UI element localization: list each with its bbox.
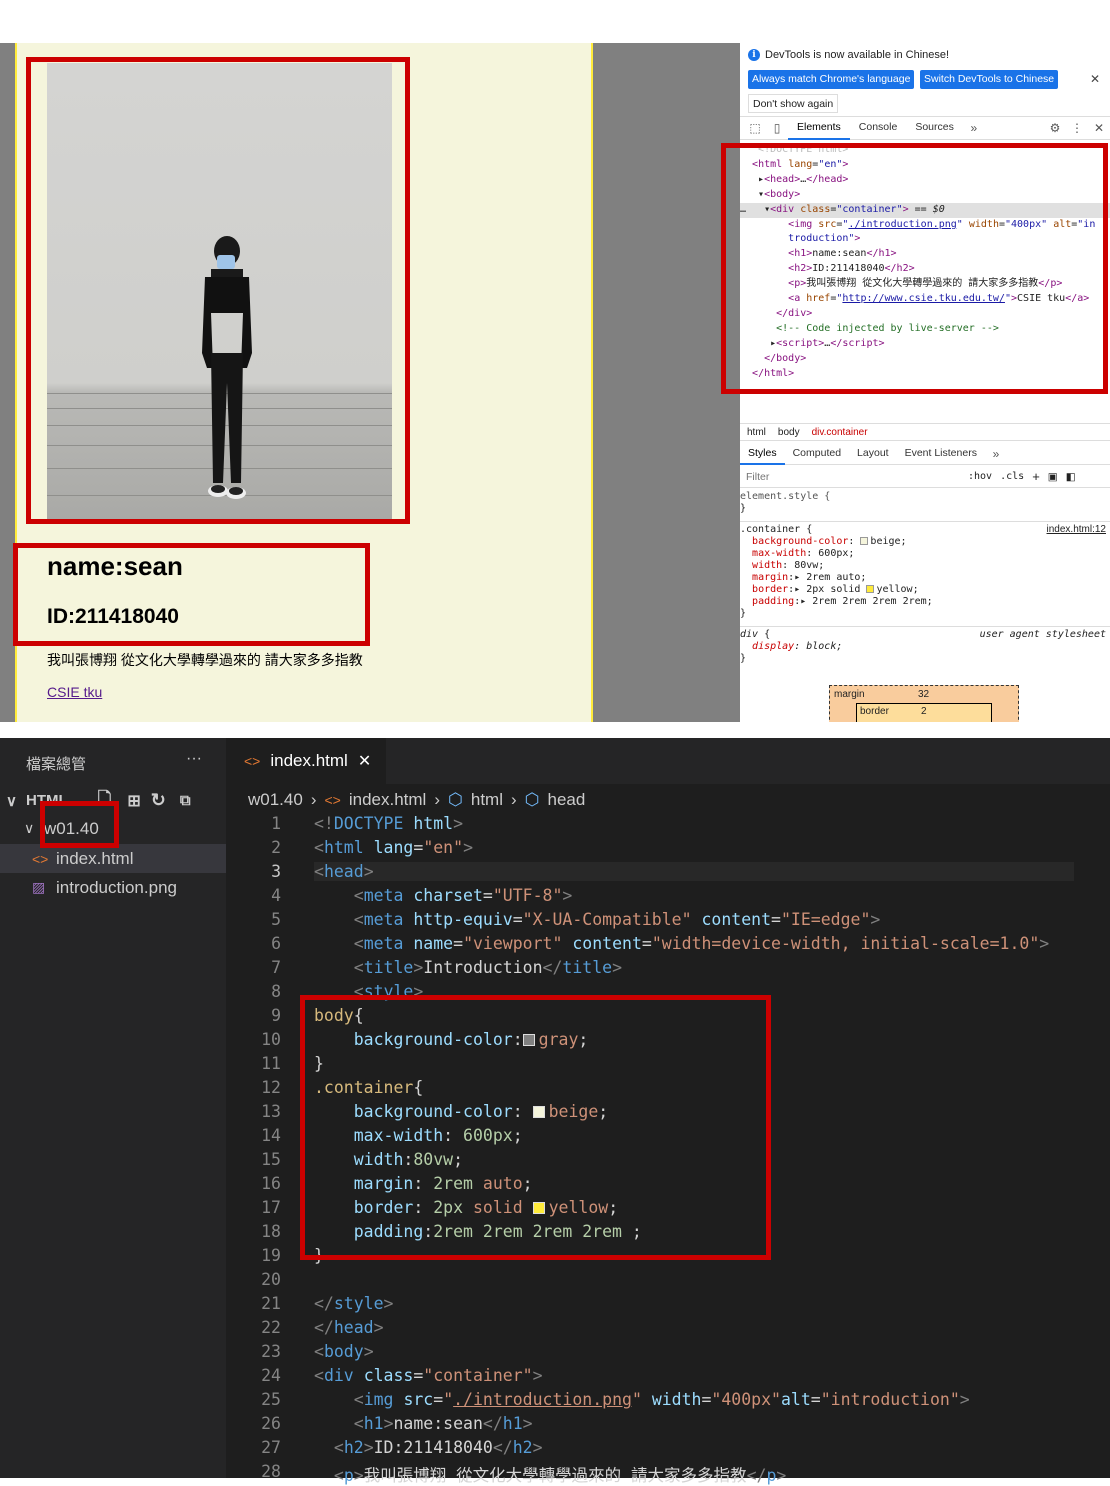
switch-chinese-button[interactable]: Switch DevTools to Chinese — [920, 70, 1059, 89]
tab-styles[interactable]: Styles — [740, 443, 785, 465]
tab-console[interactable]: Console — [850, 116, 907, 140]
hov-toggle[interactable]: :hov — [968, 471, 992, 482]
tab-computed[interactable]: Computed — [785, 443, 849, 465]
editor-breadcrumb: w01.40 › <> index.html › ⬡ html › ⬡ head — [248, 790, 585, 810]
new-folder-icon[interactable]: ⊞ — [127, 791, 140, 811]
file-label-index: index.html — [56, 848, 134, 868]
chevron-right-icon: › — [434, 790, 441, 809]
ua-label: user agent stylesheet — [979, 629, 1106, 640]
tab-layout[interactable]: Layout — [849, 443, 897, 465]
box-margin-label: margin — [834, 689, 865, 700]
box-border-value[interactable]: 2 — [921, 706, 927, 717]
styles-tabbar: Styles Computed Layout Event Listeners » — [740, 443, 1110, 465]
html-file-icon: <> — [324, 792, 341, 808]
chevron-down-icon: ∨ — [6, 792, 17, 810]
chevron-right-icon: › — [310, 790, 317, 809]
bc-html[interactable]: html — [471, 790, 503, 810]
styles-rules[interactable]: element.style {} .container {index.html:1… — [740, 491, 1110, 665]
chevron-right-icon: › — [510, 790, 517, 809]
close-devtools-icon[interactable]: ✕ — [1088, 121, 1110, 135]
bc-head[interactable]: head — [548, 790, 586, 810]
symbol-icon: ⬡ — [448, 790, 463, 809]
device-toggle-icon[interactable]: ▯ — [766, 121, 788, 135]
file-label-image: introduction.png — [56, 877, 177, 897]
dont-show-button[interactable]: Don't show again — [748, 94, 839, 113]
add-rule-icon[interactable]: + — [1032, 469, 1040, 484]
image-file-icon: ▨ — [32, 879, 46, 895]
page-intro-text: 我叫張博翔 從文化大學轉學過來的 請大家多多指教 — [47, 652, 363, 668]
editor-tabbar: <> index.html ✕ — [226, 738, 1110, 784]
highlight-headings — [13, 543, 370, 646]
close-notice-icon[interactable]: ✕ — [1090, 72, 1100, 86]
box-model-margin: margin 32 border 2 — [829, 685, 1019, 722]
devtools-toolbar: ⬚ ▯ Elements Console Sources » ⚙ ⋮ ✕ — [740, 116, 1110, 140]
highlight-folder — [40, 801, 119, 848]
box-model-border: border 2 — [856, 703, 992, 722]
collapse-all-icon[interactable]: ⧉ — [180, 792, 191, 809]
csie-link[interactable]: CSIE tku — [47, 684, 102, 700]
notice-text: DevTools is now available in Chinese! — [765, 49, 950, 61]
more-tabs-icon[interactable]: » — [963, 121, 985, 135]
tab-elements[interactable]: Elements — [788, 116, 850, 140]
info-icon: i — [748, 49, 760, 61]
crumb-body[interactable]: body — [778, 427, 800, 438]
box-border-label: border — [860, 706, 889, 717]
crumb-div-container[interactable]: div.container — [812, 427, 868, 438]
refresh-icon[interactable]: ↻ — [151, 790, 166, 811]
dom-breadcrumb: html body div.container — [740, 423, 1110, 441]
bc-file[interactable]: index.html — [349, 790, 426, 810]
crumb-html[interactable]: html — [747, 427, 766, 438]
bc-folder[interactable]: w01.40 — [248, 790, 303, 810]
browser-window: name:sean ID:211418040 我叫張博翔 從文化大學轉學過來的 … — [0, 0, 1110, 722]
file-row-image[interactable]: ▨ introduction.png — [0, 873, 226, 902]
menu-dots-icon[interactable]: ⋮ — [1066, 121, 1088, 135]
cls-toggle[interactable]: .cls — [1000, 471, 1024, 482]
box-margin-value[interactable]: 32 — [918, 689, 929, 700]
file-row-index[interactable]: <> index.html — [0, 844, 226, 873]
symbol-icon: ⬡ — [524, 790, 540, 809]
settings-gear-icon[interactable]: ⚙ — [1044, 121, 1066, 135]
source-link[interactable]: index.html:12 — [1047, 524, 1106, 536]
html-file-icon: <> — [244, 753, 261, 769]
more-style-tabs-icon[interactable]: » — [985, 447, 1007, 461]
highlight-css-block — [300, 995, 771, 1260]
editor-tab-label: index.html — [270, 751, 348, 770]
highlight-photo — [26, 57, 410, 524]
html-file-icon: <> — [32, 850, 49, 867]
styles-filter-input[interactable] — [746, 470, 956, 483]
explorer-sidebar: 檔案總管 ··· ∨ HTML 🗋 ⊞ ↻ ⧉ ∨ w01.40 <> inde… — [0, 738, 226, 1478]
editor-tab-index[interactable]: <> index.html ✕ — [226, 738, 386, 784]
language-notice: i DevTools is now available in Chinese! — [748, 49, 949, 61]
highlight-dom-tree — [721, 143, 1108, 394]
paint-icon[interactable]: ▣ — [1048, 471, 1058, 483]
tab-sources[interactable]: Sources — [906, 116, 963, 140]
match-language-button[interactable]: Always match Chrome's language — [748, 70, 915, 89]
vscode-window: 檔案總管 ··· ∨ HTML 🗋 ⊞ ↻ ⧉ ∨ w01.40 <> inde… — [0, 738, 1110, 1485]
sidebar-toggle-icon[interactable]: ◧ — [1066, 471, 1076, 483]
explorer-title: 檔案總管 — [26, 756, 87, 773]
explorer-more-icon[interactable]: ··· — [186, 750, 202, 768]
inspect-icon[interactable]: ⬚ — [744, 121, 766, 135]
styles-filter-bar: :hov .cls + ▣ ◧ — [740, 466, 1110, 488]
tab-event-listeners[interactable]: Event Listeners — [897, 443, 985, 465]
close-tab-icon[interactable]: ✕ — [358, 751, 371, 771]
